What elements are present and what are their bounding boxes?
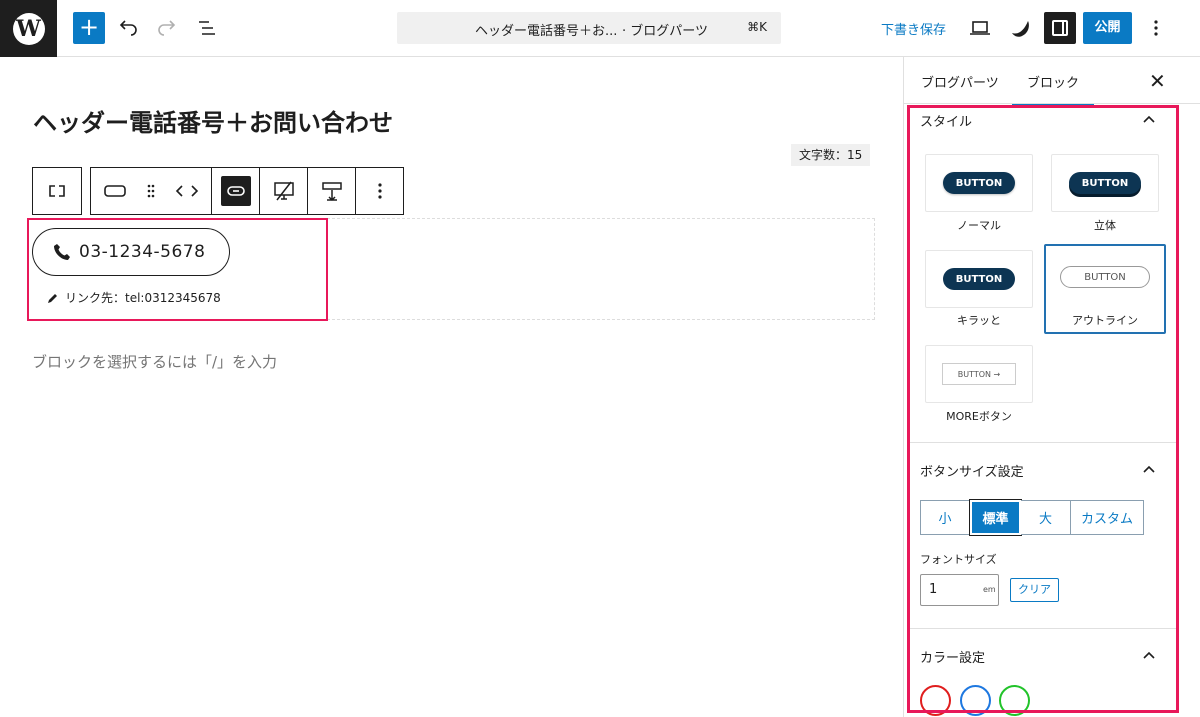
- sidebar-icon: [1052, 20, 1068, 36]
- style-option-shine[interactable]: BUTTON: [925, 250, 1033, 308]
- link-destination: リンク先：tel:0312345678: [47, 289, 221, 306]
- color-swatch-red[interactable]: [920, 685, 951, 716]
- block-inserter-placeholder[interactable]: ブロックを選択するには「/」を入力: [32, 351, 277, 372]
- list-view-icon[interactable]: [193, 14, 221, 42]
- tab-blog-parts[interactable]: ブログパーツ: [921, 72, 999, 91]
- select-parent-button[interactable]: [33, 168, 81, 214]
- chevron-left-right-icon: [175, 185, 199, 197]
- drag-handle[interactable]: [139, 168, 163, 214]
- document-title: ヘッダー電話番号＋お...: [475, 24, 618, 39]
- size-small-button[interactable]: 小: [920, 500, 970, 535]
- style-panel-title[interactable]: スタイル: [920, 111, 972, 130]
- publish-button[interactable]: 公開: [1083, 12, 1132, 44]
- kebab-icon: [377, 183, 382, 199]
- parent-select-group: [32, 167, 82, 215]
- color-panel-title[interactable]: カラー設定: [920, 647, 985, 666]
- block-toolbar: [32, 167, 404, 215]
- tab-block[interactable]: ブロック: [1011, 72, 1095, 107]
- command-palette-bar[interactable]: ヘッダー電話番号＋お... · ブログパーツ ⌘K: [397, 12, 781, 44]
- save-draft-button[interactable]: 下書き保存: [881, 19, 946, 38]
- link-icon: [226, 186, 245, 196]
- style-option-solid[interactable]: BUTTON: [1051, 154, 1159, 212]
- style-preview-shine: BUTTON: [943, 268, 1015, 290]
- phone-icon: [54, 244, 70, 260]
- wordpress-logo-button[interactable]: W: [0, 0, 57, 57]
- shortcut-hint: ⌘K: [747, 20, 767, 34]
- style-preview-outline: BUTTON: [1060, 266, 1150, 288]
- sidebar-tabs: ブログパーツ ブロック ✕: [904, 57, 1200, 107]
- color-swatch-green[interactable]: [999, 685, 1030, 716]
- block-options-button[interactable]: [355, 168, 403, 214]
- add-block-button[interactable]: +: [73, 12, 105, 44]
- block-type-button[interactable]: [91, 168, 139, 214]
- spacing-icon: [321, 182, 342, 202]
- style-label-solid: 立体: [1094, 219, 1116, 232]
- size-panel-title[interactable]: ボタンサイズ設定: [920, 461, 1024, 480]
- pencil-icon: [48, 293, 57, 303]
- chevron-up-icon[interactable]: [1142, 462, 1156, 476]
- spacing-button[interactable]: [307, 168, 355, 214]
- device-visibility-button[interactable]: [259, 168, 307, 214]
- preview-icon[interactable]: [966, 14, 994, 42]
- style-label-more: MOREボタン: [946, 410, 1012, 423]
- link-destination-label: リンク先：tel:0312345678: [65, 291, 221, 305]
- link-button[interactable]: [211, 168, 259, 214]
- style-option-normal[interactable]: BUTTON: [925, 154, 1033, 212]
- parent-block-icon: [49, 185, 65, 197]
- settings-sidebar-toggle[interactable]: [1044, 12, 1076, 44]
- style-preview-solid: BUTTON: [1069, 172, 1141, 194]
- font-size-unit: em: [983, 585, 996, 594]
- button-size-segmented: 小 標準 大 カスタム: [920, 499, 1144, 536]
- phone-number[interactable]: 03-1234-5678: [79, 242, 205, 262]
- chevron-up-icon[interactable]: [1142, 112, 1156, 126]
- style-label-outline: アウトライン: [1072, 314, 1138, 327]
- chevron-up-icon[interactable]: [1142, 648, 1156, 662]
- settings-sidebar: ブログパーツ ブロック ✕ スタイル BUTTON ノーマル BUTTON 立体…: [903, 57, 1200, 717]
- close-icon[interactable]: ✕: [1149, 69, 1166, 93]
- document-type: · ブログパーツ: [622, 24, 709, 39]
- char-count-badge: 文字数：15: [791, 144, 871, 166]
- redo-icon[interactable]: [153, 14, 181, 42]
- size-custom-button[interactable]: カスタム: [1071, 500, 1144, 535]
- top-toolbar: W + ヘッダー電話番号＋お... · ブログパーツ ⌘K 下書き保存 公開: [0, 0, 1200, 57]
- post-title[interactable]: ヘッダー電話番号＋お問い合わせ: [33, 103, 393, 138]
- color-swatch-blue[interactable]: [960, 685, 991, 716]
- clear-font-size-button[interactable]: クリア: [1010, 578, 1059, 602]
- style-label-normal: ノーマル: [957, 219, 1001, 232]
- size-large-button[interactable]: 大: [1021, 500, 1071, 535]
- more-options-icon[interactable]: [1142, 14, 1170, 42]
- size-standard-button[interactable]: 標準: [969, 499, 1022, 536]
- panel-divider: [907, 442, 1179, 443]
- button-block-icon: [104, 185, 126, 197]
- style-option-more[interactable]: BUTTON →: [925, 345, 1033, 403]
- panel-divider: [907, 628, 1179, 629]
- undo-icon[interactable]: [114, 14, 142, 42]
- editor-canvas: ヘッダー電話番号＋お問い合わせ 文字数：15 03-1234-5678 リンク先…: [0, 57, 903, 717]
- style-label-shine: キラッと: [957, 314, 1001, 327]
- wordpress-icon: W: [12, 12, 45, 45]
- style-preview-more: BUTTON →: [942, 363, 1016, 385]
- button-tools-group: [90, 167, 404, 215]
- font-size-label: フォントサイズ: [920, 553, 997, 566]
- phone-button[interactable]: 03-1234-5678: [32, 228, 230, 276]
- desktop-hide-icon: [273, 181, 294, 201]
- move-arrows-button[interactable]: [163, 168, 211, 214]
- style-preview-normal: BUTTON: [943, 172, 1015, 194]
- drag-handle-icon: [147, 184, 155, 198]
- plugin-leaf-icon[interactable]: [1007, 14, 1035, 42]
